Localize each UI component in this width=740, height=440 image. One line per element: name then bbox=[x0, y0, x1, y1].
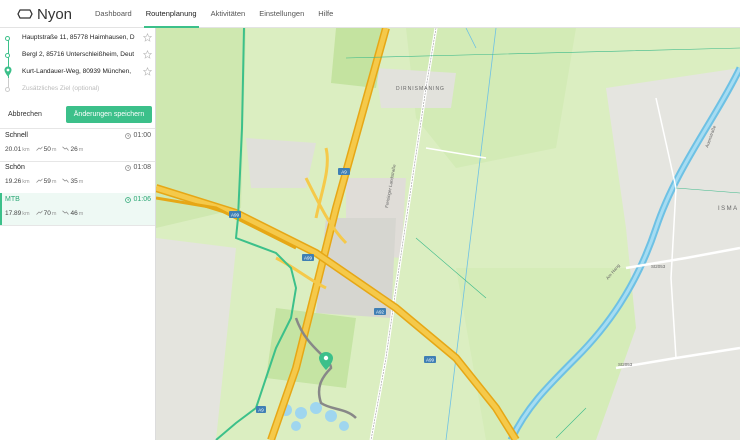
road-label-st2053: St2053 bbox=[651, 264, 666, 269]
top-bar: Nyon Dashboard Routenplanung Aktivitäten… bbox=[0, 0, 740, 28]
waypoint-optional[interactable]: Zusätzliches Ziel (optional) bbox=[0, 81, 156, 98]
route-duration: 01:00 bbox=[125, 132, 151, 139]
route-duration: 01:08 bbox=[125, 164, 151, 171]
nav-dashboard[interactable]: Dashboard bbox=[88, 0, 139, 28]
nav-einstellungen[interactable]: Einstellungen bbox=[252, 0, 311, 28]
star-icon[interactable] bbox=[143, 33, 152, 42]
ascent-unit: m bbox=[51, 179, 57, 185]
route-option-schnell[interactable]: Schnell 01:00 20.01 km 50 m 26 m bbox=[0, 129, 155, 161]
map-view[interactable]: A99 A9 A99 A92 A99 A9 DIRNISMANING ISMA … bbox=[156, 28, 740, 440]
route-option-mtb[interactable]: MTB 01:06 17.89 km 70 m 46 m bbox=[0, 193, 155, 225]
nav-aktivitaeten[interactable]: Aktivitäten bbox=[204, 0, 253, 28]
route-stats: 17.89 km 70 m 46 m bbox=[5, 210, 83, 217]
cancel-button[interactable]: Abbrechen bbox=[8, 111, 42, 118]
nav-hilfe[interactable]: Hilfe bbox=[311, 0, 340, 28]
svg-text:A9: A9 bbox=[341, 170, 347, 175]
ascent-unit: m bbox=[51, 147, 57, 153]
ascent-value: 50 bbox=[43, 146, 51, 153]
distance-unit: km bbox=[22, 179, 30, 185]
route-name: MTB bbox=[5, 196, 20, 203]
descent-icon bbox=[62, 210, 70, 215]
distance-value: 17.89 bbox=[5, 210, 22, 217]
distance-unit: km bbox=[22, 147, 30, 153]
route-stats: 20.01 km 50 m 26 m bbox=[5, 146, 83, 153]
ascent-icon bbox=[35, 146, 43, 151]
descent-icon bbox=[62, 146, 70, 151]
nav-routenplanung[interactable]: Routenplanung bbox=[139, 0, 204, 28]
map-canvas[interactable]: A99 A9 A99 A92 A99 A9 DIRNISMANING ISMA … bbox=[156, 28, 740, 440]
app-logo[interactable]: Nyon bbox=[17, 4, 72, 24]
waypoint-dot-icon bbox=[5, 53, 10, 58]
distance-value: 19.26 bbox=[5, 178, 22, 185]
road-shield-a99: A99 bbox=[302, 254, 314, 261]
ascent-value: 59 bbox=[43, 178, 51, 185]
descent-unit: m bbox=[78, 179, 84, 185]
waypoint-destination-address[interactable]: Kurt-Landauer-Weg, 80939 München, bbox=[22, 68, 140, 75]
route-time-value: 01:08 bbox=[133, 164, 151, 171]
descent-value: 46 bbox=[70, 210, 78, 217]
additional-destination-input[interactable]: Zusätzliches Ziel (optional) bbox=[22, 85, 140, 92]
waypoint-via-address[interactable]: Bergl 2, 85716 Unterschleißheim, Deut bbox=[22, 51, 140, 58]
ascent-icon bbox=[35, 210, 43, 215]
route-sidebar: Hauptstraße 11, 85778 Haimhausen, D Berg… bbox=[0, 28, 156, 440]
svg-text:A92: A92 bbox=[376, 310, 385, 315]
road-shield-a99: A99 bbox=[229, 211, 241, 218]
place-label-ismaning: ISMA bbox=[718, 206, 739, 212]
route-name: Schnell bbox=[5, 132, 28, 139]
save-changes-button[interactable]: Änderungen speichern bbox=[66, 106, 152, 123]
ascent-unit: m bbox=[51, 211, 57, 217]
waypoint-via[interactable]: Bergl 2, 85716 Unterschleißheim, Deut bbox=[0, 47, 156, 64]
road-shield-a9: A9 bbox=[338, 168, 350, 175]
route-duration: 01:06 bbox=[125, 196, 151, 203]
waypoint-dot-icon bbox=[5, 87, 10, 92]
descent-icon bbox=[62, 178, 70, 183]
svg-text:A99: A99 bbox=[426, 358, 435, 363]
place-label-dirnismaning: DIRNISMANING bbox=[396, 86, 445, 92]
descent-value: 26 bbox=[70, 146, 78, 153]
ascent-value: 70 bbox=[43, 210, 51, 217]
route-time-value: 01:00 bbox=[133, 132, 151, 139]
waypoint-start[interactable]: Hauptstraße 11, 85778 Haimhausen, D bbox=[0, 30, 156, 47]
clock-icon bbox=[125, 132, 132, 139]
svg-text:A9: A9 bbox=[258, 408, 264, 413]
svg-text:A99: A99 bbox=[231, 213, 240, 218]
urban-area bbox=[246, 138, 316, 188]
distance-value: 20.01 bbox=[5, 146, 22, 153]
descent-unit: m bbox=[78, 211, 84, 217]
map-pin-icon bbox=[4, 66, 12, 77]
route-stats: 19.26 km 59 m 35 m bbox=[5, 178, 83, 185]
clock-icon bbox=[125, 164, 132, 171]
road-shield-a92: A92 bbox=[374, 308, 386, 315]
descent-value: 35 bbox=[70, 178, 78, 185]
route-option-schoen[interactable]: Schön 01:08 19.26 km 59 m 35 m bbox=[0, 161, 155, 193]
descent-unit: m bbox=[78, 147, 84, 153]
clock-icon bbox=[125, 196, 132, 203]
main-nav: Dashboard Routenplanung Aktivitäten Eins… bbox=[88, 0, 340, 28]
svg-text:A99: A99 bbox=[304, 256, 313, 261]
waypoint-start-address[interactable]: Hauptstraße 11, 85778 Haimhausen, D bbox=[22, 34, 140, 41]
star-icon[interactable] bbox=[143, 50, 152, 59]
route-time-value: 01:06 bbox=[133, 196, 151, 203]
road-label-st2053: St2053 bbox=[618, 362, 633, 367]
ascent-icon bbox=[35, 178, 43, 183]
distance-unit: km bbox=[22, 211, 30, 217]
divider bbox=[0, 225, 155, 226]
waypoint-destination[interactable]: Kurt-Landauer-Weg, 80939 München, bbox=[0, 64, 156, 81]
nyon-logo-icon bbox=[17, 9, 33, 19]
road-shield-a9: A9 bbox=[256, 406, 266, 413]
road-shield-a99: A99 bbox=[424, 356, 436, 363]
star-icon[interactable] bbox=[143, 67, 152, 76]
app-name: Nyon bbox=[37, 5, 73, 23]
waypoint-dot-icon bbox=[5, 36, 10, 41]
route-name: Schön bbox=[5, 164, 25, 171]
